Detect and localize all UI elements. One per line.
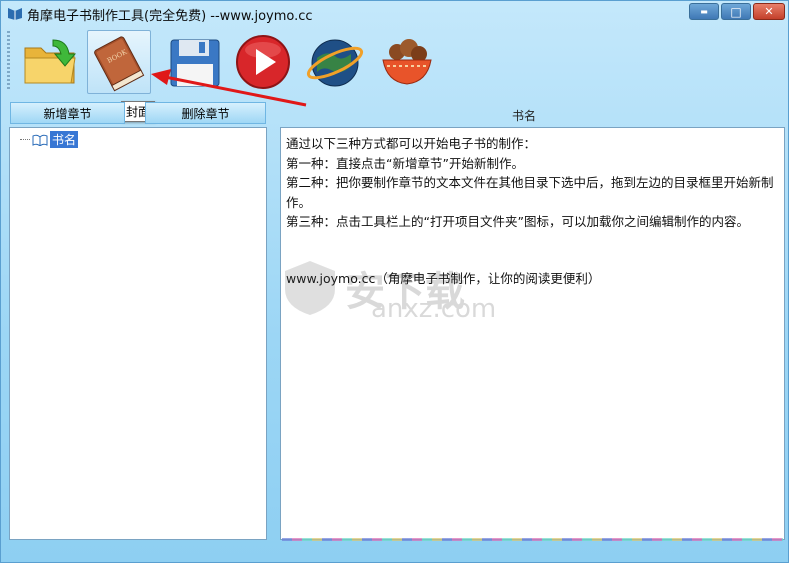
globe-icon <box>306 39 364 87</box>
window-title: 角摩电子书制作工具(完全免费) --www.joymo.cc <box>27 9 313 24</box>
bowl-button[interactable] <box>375 30 439 94</box>
book-title-heading: 书名 <box>512 109 537 123</box>
instructions-text: 通过以下三种方式都可以开始电子书的制作： 第一种：直接点击“新增章节”开始新制作… <box>286 136 774 229</box>
add-chapter-label: 新增章节 <box>43 106 92 121</box>
close-button[interactable]: ✕ <box>753 3 785 20</box>
folder-arrow-icon <box>24 39 77 84</box>
app-icon <box>8 8 22 20</box>
tree-root-item[interactable]: 书名 <box>20 131 79 148</box>
tree-connector <box>20 139 30 140</box>
food-bowl-icon <box>382 39 432 85</box>
add-chapter-button[interactable]: 新增章节 <box>10 102 125 124</box>
minimize-button[interactable]: ▬ <box>689 3 719 20</box>
toolbar-grip[interactable] <box>7 31 10 91</box>
chapter-tree[interactable]: 书名 <box>9 127 267 540</box>
tree-root-label: 书名 <box>50 131 79 148</box>
open-book-icon <box>32 134 48 146</box>
shield-logo-icon <box>285 261 335 315</box>
delete-chapter-label: 删除章节 <box>181 106 230 121</box>
title-bar: 角摩电子书制作工具(完全免费) --www.joymo.cc ▬ □ ✕ <box>1 1 788 25</box>
delete-chapter-button[interactable]: 删除章节 <box>145 102 266 124</box>
watermark: 安下载 anxz.com <box>281 259 496 324</box>
toolbar: BOOK <box>5 27 785 97</box>
maximize-button[interactable]: □ <box>721 3 751 20</box>
content-editor[interactable]: 通过以下三种方式都可以开始电子书的制作： 第一种：直接点击“新增章节”开始新制作… <box>280 127 785 540</box>
status-stripe <box>282 538 783 541</box>
minimize-icon: ▬ <box>700 7 708 16</box>
maximize-icon: □ <box>730 4 742 19</box>
web-button[interactable] <box>303 30 367 94</box>
watermark-en: anxz.com <box>371 294 497 324</box>
app-window: 角摩电子书制作工具(完全免费) --www.joymo.cc ▬ □ ✕ BOO… <box>0 0 789 563</box>
close-icon: ✕ <box>764 5 774 18</box>
open-folder-button[interactable] <box>19 30 83 94</box>
